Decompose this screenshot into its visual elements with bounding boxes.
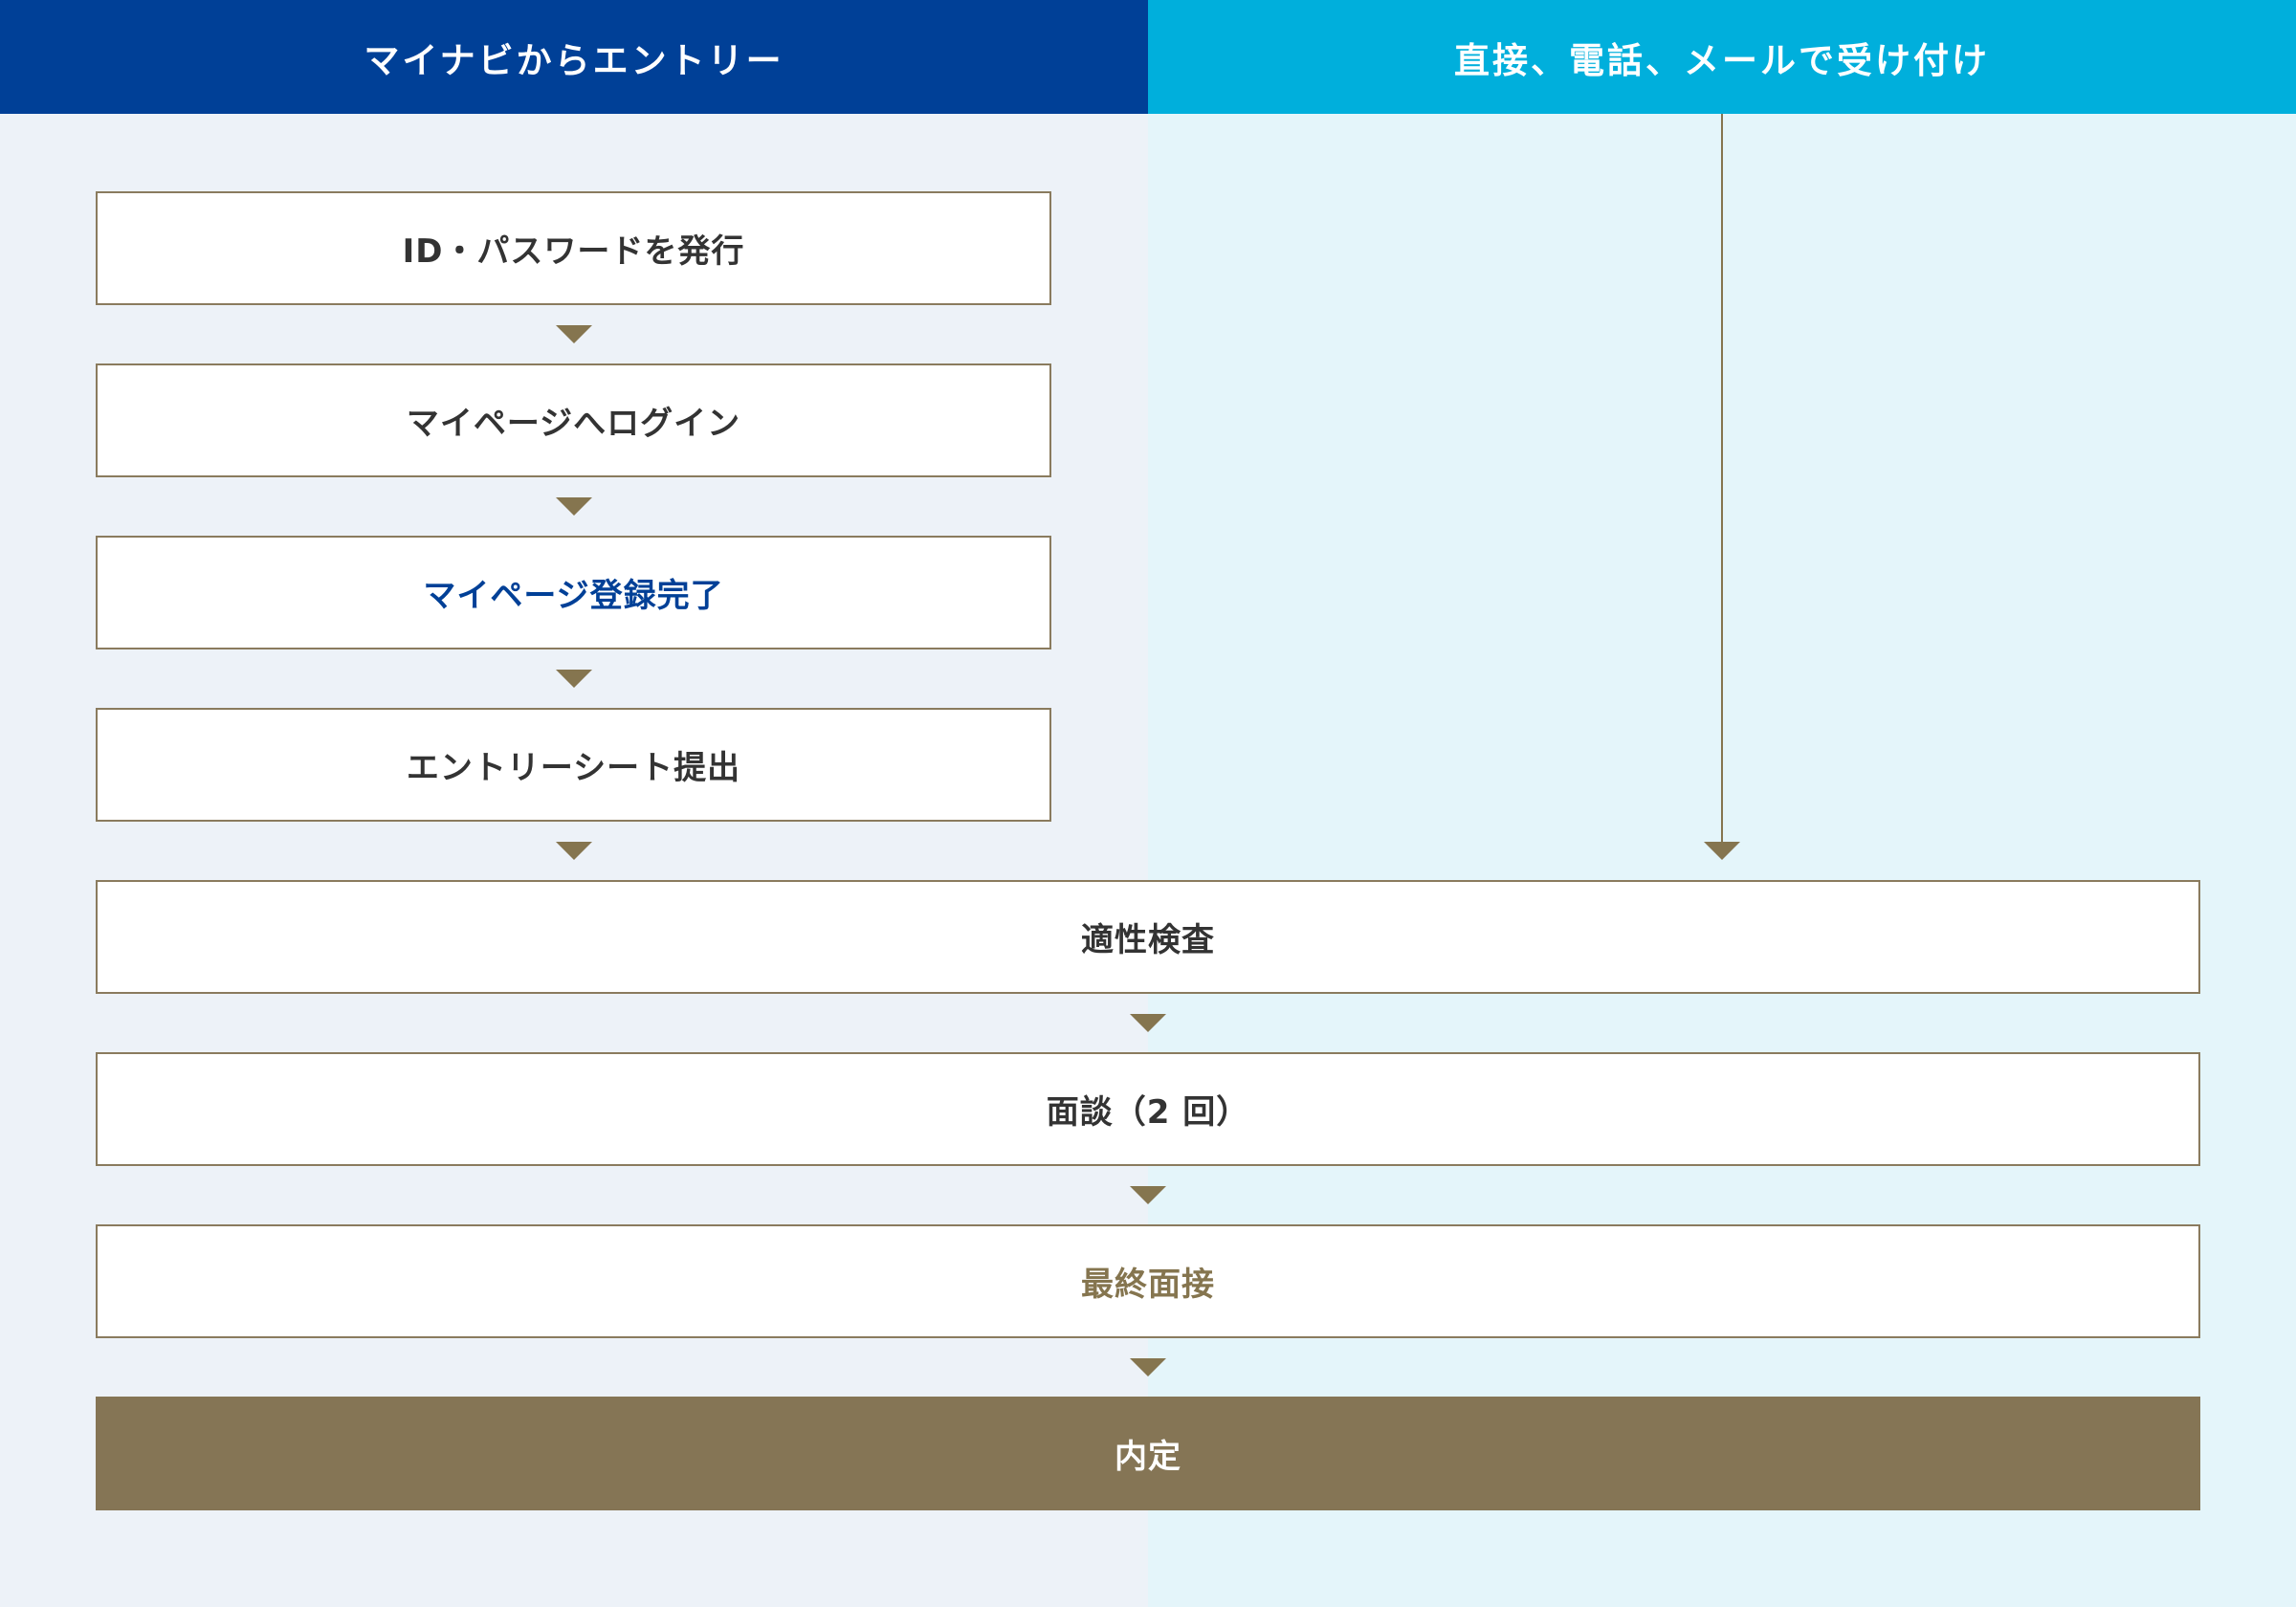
down-arrow-icon [556, 325, 592, 343]
step-interview: 面談（2 回） [96, 1052, 2200, 1166]
step-final-interview: 最終面接 [96, 1224, 2200, 1338]
down-arrow-icon [556, 842, 592, 860]
step-login-mypage: マイページへログイン [96, 363, 1051, 477]
down-arrow-icon [1130, 1014, 1166, 1032]
down-arrow-icon [556, 670, 592, 688]
down-arrow-icon [1130, 1358, 1166, 1376]
step-issue-id-password: ID・パスワードを発行 [96, 191, 1051, 305]
mynavi-entry-header: マイナビからエントリー [0, 0, 1148, 114]
step-job-offer: 内定 [96, 1397, 2200, 1510]
step-mypage-registration-complete: マイページ登録完了 [96, 536, 1051, 649]
down-arrow-icon [1130, 1186, 1166, 1204]
direct-entry-header: 直接、電話、メールで受け付け [1148, 0, 2296, 114]
down-arrow-icon [556, 497, 592, 516]
down-arrow-icon [1704, 842, 1740, 860]
step-aptitude-test: 適性検査 [96, 880, 2200, 994]
direct-entry-connector-line [1721, 114, 1723, 844]
step-submit-entry-sheet: エントリーシート提出 [96, 708, 1051, 822]
